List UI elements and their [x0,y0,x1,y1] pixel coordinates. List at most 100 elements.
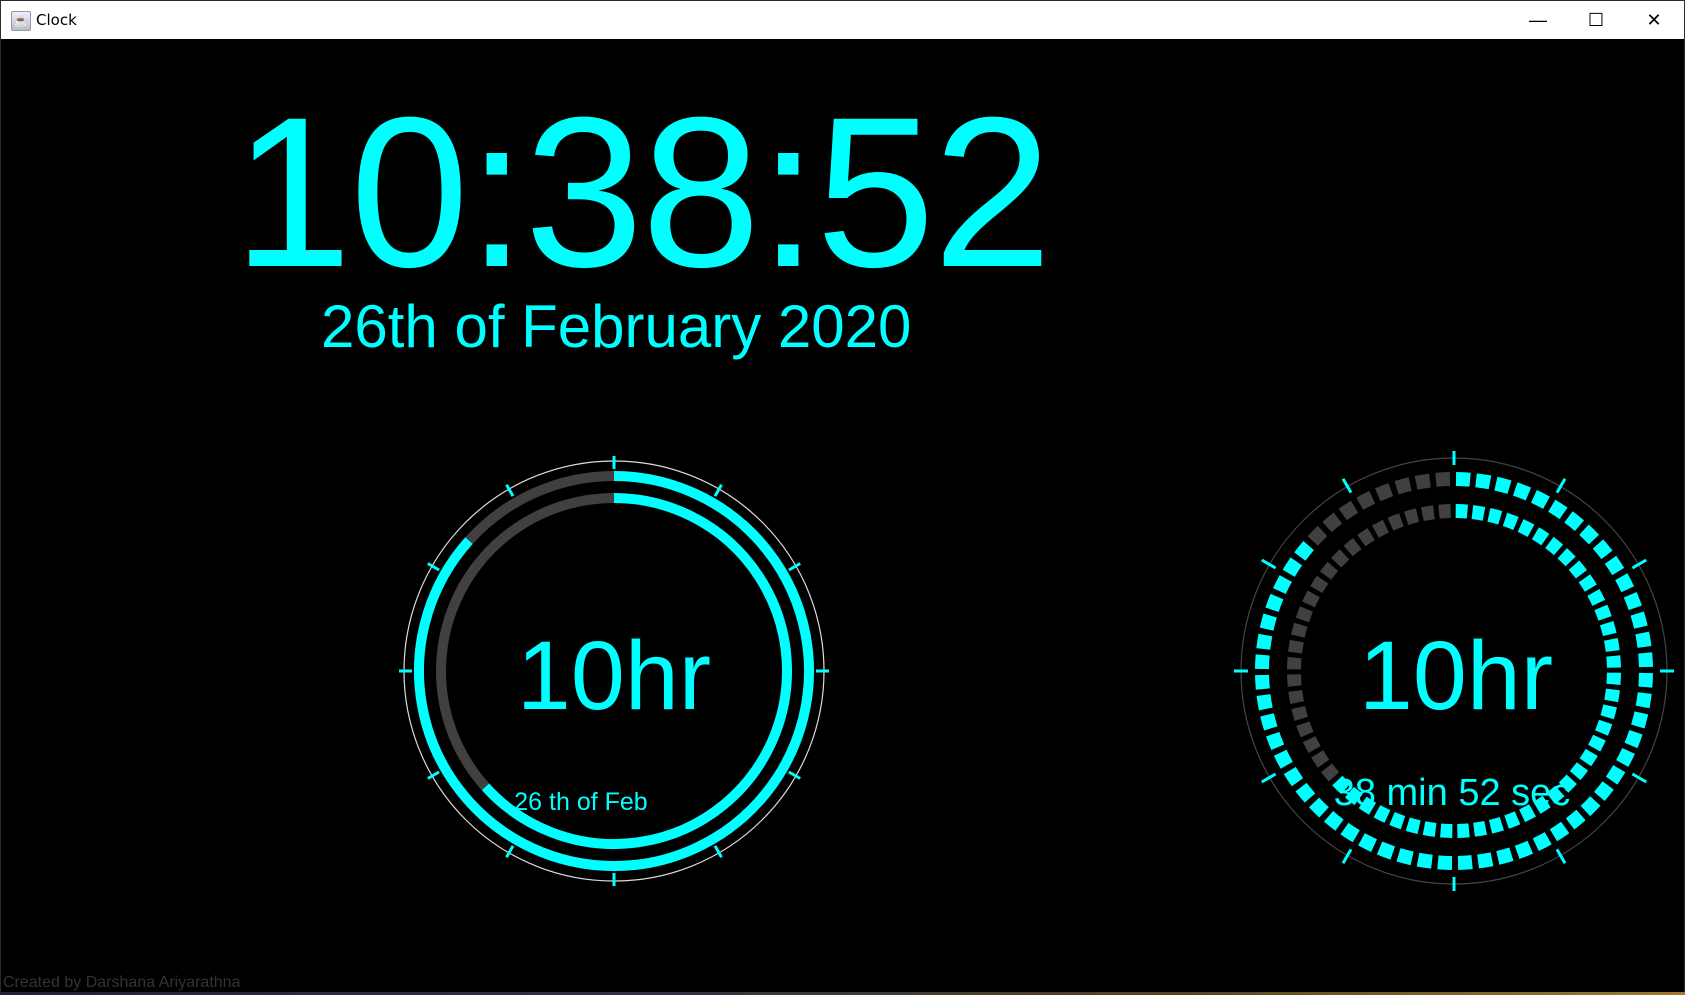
minute-segment [1569,762,1589,781]
minute-segment [1504,811,1521,829]
second-segment [1635,631,1652,648]
minute-segment [1372,519,1389,538]
second-segment [1532,832,1552,852]
minute-segment [1387,513,1404,531]
second-segment [1514,840,1534,859]
minute-segment [1595,719,1613,736]
second-segment [1256,633,1273,650]
second-segment [1512,482,1532,501]
minute-segment [1420,505,1435,522]
second-segment [1295,782,1316,803]
minute-segment [1357,528,1375,547]
second-segment [1623,591,1642,611]
minute-segment [1578,574,1597,592]
minute-segment [1587,589,1606,606]
minute-segment [1287,674,1302,687]
second-segment [1376,841,1396,860]
minute-segment [1310,575,1329,594]
second-segment [1273,575,1292,595]
java-app-icon: ☕ [11,11,31,31]
minute-segment [1302,590,1320,608]
second-segment [1564,511,1585,531]
second-segment [1374,483,1394,502]
minimize-icon: — [1529,10,1547,30]
second-segment [1338,500,1359,521]
second-segment [1307,525,1328,546]
minute-segment [1288,690,1305,705]
second-segment [1394,477,1412,495]
second-segment [1283,766,1304,787]
second-segment [1437,855,1453,870]
credit-text: Created by Darshana Ariyarathna [3,974,241,991]
title-bar[interactable]: ☕ Clock — ☐ ✕ [1,1,1684,39]
minute-segment [1606,655,1621,668]
minute-segment [1455,504,1468,519]
second-segment [1638,652,1653,668]
minute-segment [1440,823,1453,838]
second-segment [1457,855,1473,870]
second-segment [1477,852,1494,869]
second-segment [1580,796,1601,817]
minute-segment [1331,549,1350,568]
minute-segment [1594,604,1612,621]
minute-segment [1517,519,1535,537]
second-segment [1631,711,1649,729]
second-segment [1624,729,1643,749]
second-segment [1282,557,1303,577]
segment-clock-hour-label: 10hr [1359,621,1553,730]
minute-segment [1311,750,1330,768]
second-segment [1358,833,1378,852]
second-segment [1475,473,1492,490]
arc-clock-hour-label: 10hr [517,621,711,730]
minute-segment [1545,536,1564,556]
minute-segment [1343,537,1362,557]
second-segment [1455,472,1471,487]
second-segment [1294,540,1314,561]
arc-clock: 10hr 26 th of Feb [399,456,829,886]
second-segment [1630,611,1648,629]
minute-segment [1579,748,1598,767]
second-segment [1356,490,1376,510]
maximize-button[interactable]: ☐ [1567,1,1625,39]
maximize-icon: ☐ [1587,10,1605,30]
second-segment [1548,499,1568,520]
second-segment [1265,593,1284,613]
second-segment [1616,747,1635,767]
clock-content: 10:38:52 26th of February 2020 10hr 26 t… [1,39,1684,994]
second-segment [1322,512,1343,533]
close-button[interactable]: ✕ [1625,1,1683,39]
minute-segment [1557,548,1576,567]
second-segment [1635,692,1652,709]
second-segment [1435,472,1451,487]
second-segment [1592,539,1613,560]
minute-segment [1295,606,1313,623]
minute-segment [1302,736,1321,753]
minute-segment [1473,820,1488,837]
minute-segment [1588,734,1606,752]
second-segment [1594,781,1614,802]
second-segment [1494,476,1512,494]
second-segment [1604,555,1625,576]
second-segment [1549,821,1570,842]
minute-segment [1319,561,1339,580]
digital-date: 26th of February 2020 [321,293,912,360]
second-track-arc [465,471,614,544]
second-segment [1579,524,1600,545]
minute-segment [1502,512,1519,530]
second-segment [1340,822,1360,843]
minute-segment [1568,560,1588,579]
second-segment [1565,809,1586,830]
minute-segment [1603,637,1620,652]
minute-segment [1606,672,1621,685]
minute-segment [1404,508,1420,526]
second-segment [1615,573,1635,593]
second-segment [1273,749,1293,769]
second-segment [1414,473,1431,490]
minute-segment [1487,508,1503,525]
minute-segment [1438,504,1451,519]
minute-segment [1604,688,1620,703]
minimize-button[interactable]: — [1509,1,1567,39]
second-segment [1323,811,1344,831]
clock-window: ☕ Clock — ☐ ✕ 10:38:52 26th of February … [0,0,1685,995]
second-segment [1308,797,1329,818]
